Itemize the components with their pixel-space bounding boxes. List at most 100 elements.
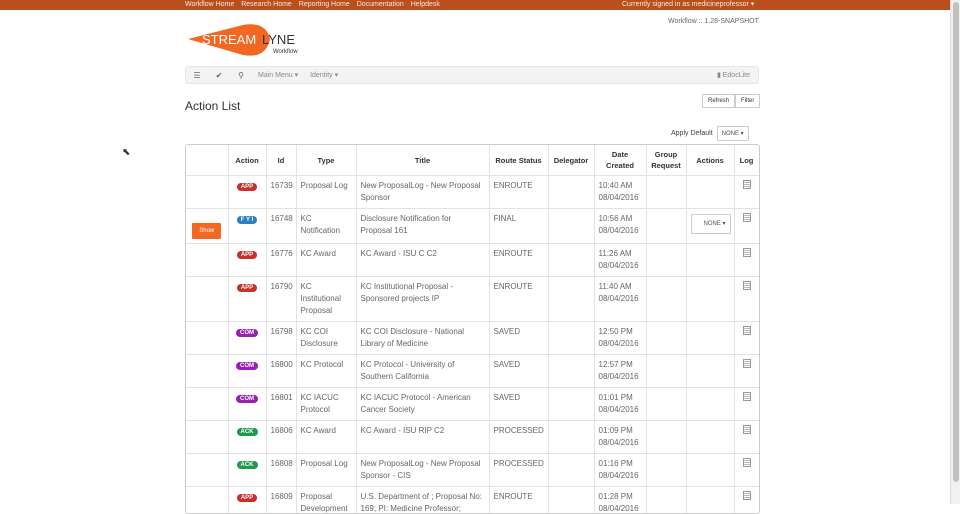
scrollbar[interactable]	[950, 0, 960, 504]
action-badge: APP	[237, 251, 257, 259]
filter-button[interactable]: Filter	[735, 94, 760, 108]
column-header-id[interactable]: Id	[266, 145, 296, 176]
log-icon[interactable]	[743, 180, 751, 189]
document-title-link[interactable]: KC COI Disclosure - National Library of …	[361, 327, 465, 348]
action-badge: ACK	[237, 461, 258, 469]
cell-title: New ProposalLog - New Proposal Sponsor	[356, 176, 489, 209]
column-header-date-created[interactable]: Date Created	[594, 145, 646, 176]
table-row: ACK16808Proposal LogNew ProposalLog - Ne…	[186, 454, 759, 487]
cell-group-request	[646, 322, 686, 355]
column-header-title[interactable]: Title	[356, 145, 489, 176]
column-header-route-status[interactable]: Route Status	[489, 145, 548, 176]
cell-title: KC Award - ISU RIP C2	[356, 421, 489, 454]
cell-show	[186, 388, 228, 421]
date: 08/04/2016	[599, 260, 642, 272]
apply-default-select[interactable]: NONE ▾	[717, 126, 749, 141]
search-icon[interactable]: ⚲	[230, 71, 252, 80]
column-header-log[interactable]: Log	[734, 145, 759, 176]
logo[interactable]: STREAM LYNE Workflow	[188, 23, 318, 63]
edoclite-label: EdocLite	[723, 72, 750, 79]
cell-log	[734, 454, 759, 487]
cell-action: COM	[228, 388, 266, 421]
column-header-group-request[interactable]: Group Request	[646, 145, 686, 176]
identity-dropdown[interactable]: Identity ▾	[304, 71, 344, 79]
cell-delegator	[548, 487, 594, 514]
nav-helpdesk[interactable]: Helpdesk	[411, 1, 440, 8]
cell-group-request	[646, 487, 686, 514]
user-menu[interactable]: Currently signed in as medicineprofessor…	[622, 0, 754, 10]
action-badge: COM	[236, 362, 258, 370]
column-header-blank[interactable]	[186, 145, 228, 176]
document-title-link[interactable]: New ProposalLog - New Proposal Sponsor -…	[361, 459, 481, 480]
table-row: COM16801KC IACUC ProtocolKC IACUC Protoc…	[186, 388, 759, 421]
log-icon[interactable]	[743, 213, 751, 222]
cell-id: 16748	[266, 209, 296, 244]
cell-log	[734, 176, 759, 209]
cell-id: 16776	[266, 244, 296, 277]
cell-actions	[686, 244, 734, 277]
cell-group-request	[646, 421, 686, 454]
document-title-link[interactable]: KC Institutional Proposal - Sponsored pr…	[361, 282, 454, 303]
document-title-link[interactable]: KC Award - ISU RIP C2	[361, 426, 445, 435]
cell-show	[186, 421, 228, 454]
log-icon[interactable]	[743, 248, 751, 257]
column-header-actions[interactable]: Actions	[686, 145, 734, 176]
table-row: APP16776KC AwardKC Award - ISU C C2ENROU…	[186, 244, 759, 277]
document-title-link[interactable]: New ProposalLog - New Proposal Sponsor	[361, 181, 481, 202]
svg-text:LYNE: LYNE	[262, 32, 295, 47]
column-header-action[interactable]: Action	[228, 145, 266, 176]
log-icon[interactable]	[743, 281, 751, 290]
edoclite-link[interactable]: ▮ EdocLite	[717, 71, 758, 79]
cell-id: 16801	[266, 388, 296, 421]
cell-action: COM	[228, 355, 266, 388]
cell-action: APP	[228, 277, 266, 322]
time: 01:28 PM	[599, 491, 642, 503]
scrollbar-thumb[interactable]	[953, 2, 959, 482]
checkmark-icon[interactable]: ✔	[208, 71, 230, 80]
cell-id: 16808	[266, 454, 296, 487]
log-icon[interactable]	[743, 359, 751, 368]
cell-action: APP	[228, 244, 266, 277]
document-title-link[interactable]: Disclosure Notification for Proposal 161	[361, 214, 452, 235]
nav-documentation[interactable]: Documentation	[357, 1, 404, 8]
nav-reporting-home[interactable]: Reporting Home	[299, 1, 350, 8]
cell-group-request	[646, 244, 686, 277]
log-icon[interactable]	[743, 425, 751, 434]
cell-date-created: 10:56 AM08/04/2016	[594, 209, 646, 244]
cell-route-status: ENROUTE	[489, 277, 548, 322]
log-icon[interactable]	[743, 458, 751, 467]
action-list-icon[interactable]: ☰	[186, 71, 208, 80]
log-icon[interactable]	[743, 491, 751, 500]
refresh-button[interactable]: Refresh	[702, 94, 735, 108]
log-icon[interactable]	[743, 392, 751, 401]
cell-route-status: ENROUTE	[489, 244, 548, 277]
main-menu-dropdown[interactable]: Main Menu ▾	[252, 71, 304, 79]
date: 08/04/2016	[599, 338, 642, 350]
cell-id: 16800	[266, 355, 296, 388]
column-header-type[interactable]: Type	[296, 145, 356, 176]
show-button[interactable]: Show	[192, 223, 221, 239]
log-icon[interactable]	[743, 326, 751, 335]
top-nav: Workflow Home Research Home Reporting Ho…	[185, 0, 445, 10]
cell-log	[734, 244, 759, 277]
cell-group-request	[646, 454, 686, 487]
cell-group-request	[646, 277, 686, 322]
cell-date-created: 11:26 AM08/04/2016	[594, 244, 646, 277]
document-title-link[interactable]: KC IACUC Protocol - American Cancer Soci…	[361, 393, 471, 414]
document-title-link[interactable]: KC Award - ISU C C2	[361, 249, 437, 258]
cell-delegator	[548, 176, 594, 209]
table-row: APP16809Proposal Development DocumentU.S…	[186, 487, 759, 514]
cell-delegator	[548, 355, 594, 388]
action-select[interactable]: NONE ▾	[691, 214, 731, 234]
document-title-link[interactable]: U.S. Department of ; Proposal No: 169; P…	[361, 492, 482, 514]
date: 08/04/2016	[599, 192, 642, 204]
nav-research-home[interactable]: Research Home	[241, 1, 292, 8]
cell-title: KC Award - ISU C C2	[356, 244, 489, 277]
cell-action: COM	[228, 322, 266, 355]
column-header-delegator[interactable]: Delegator	[548, 145, 594, 176]
cell-title: KC Institutional Proposal - Sponsored pr…	[356, 277, 489, 322]
cell-route-status: ENROUTE	[489, 176, 548, 209]
cell-type: KC Protocol	[296, 355, 356, 388]
document-title-link[interactable]: KC Protocol - University of Southern Cal…	[361, 360, 455, 381]
nav-workflow-home[interactable]: Workflow Home	[185, 1, 234, 8]
